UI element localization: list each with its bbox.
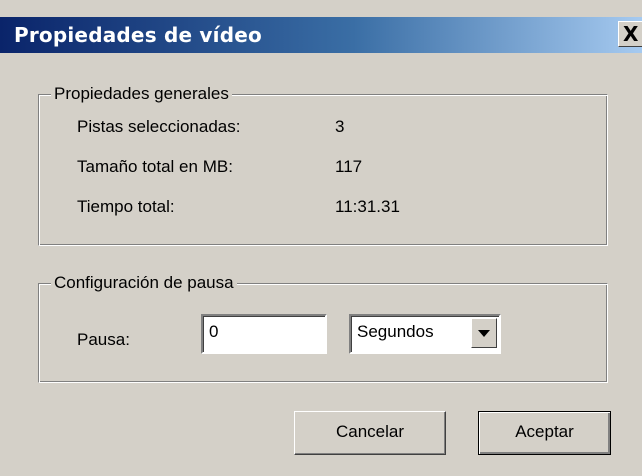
cancel-button[interactable]: Cancelar [294,411,446,455]
pause-unit-value: Segundos [357,322,434,341]
accept-button[interactable]: Aceptar [478,411,611,455]
total-time-label: Tiempo total: [77,197,175,216]
close-button[interactable]: X [618,21,642,47]
pause-unit-select[interactable]: Segundos [349,314,501,354]
total-size-value: 117 [335,157,363,176]
total-time-value: 11:31.31 [335,197,400,216]
total-size-label: Tamaño total en MB: [77,157,233,176]
selected-tracks-label: Pistas seleccionadas: [77,117,241,136]
title-bar[interactable]: Propiedades de vídeo X [0,17,642,53]
pause-settings-group: Configuración de pausa Pausa: 0 Segundos [38,272,608,383]
window-title: Propiedades de vídeo [14,23,262,47]
general-properties-group: Propiedades generales Pistas seleccionad… [38,83,608,246]
selected-tracks-value: 3 [335,117,345,136]
pause-label: Pausa: [77,330,130,349]
close-icon: X [623,22,639,46]
general-properties-legend: Propiedades generales [51,83,232,105]
pause-settings-legend: Configuración de pausa [51,272,237,294]
pause-input[interactable]: 0 [201,314,327,354]
chevron-down-icon[interactable] [471,318,497,348]
